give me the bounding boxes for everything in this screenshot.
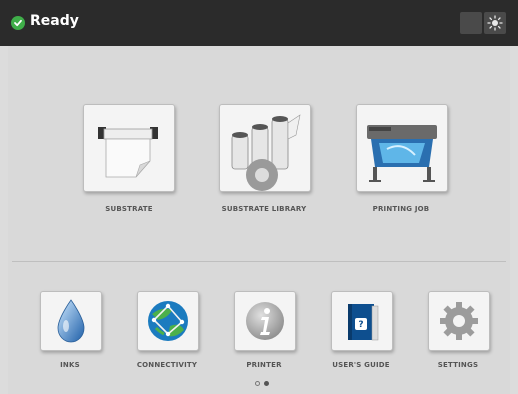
substrate-library-tile[interactable] (219, 104, 311, 192)
substrate-tile[interactable] (83, 104, 175, 192)
connectivity-tile[interactable] (137, 291, 199, 351)
info-icon (246, 302, 284, 340)
svg-text:?: ? (358, 320, 363, 330)
gear-icon (440, 302, 478, 340)
checkmark-icon (11, 16, 25, 30)
printer-label: PRINTER (246, 361, 282, 369)
top-bar-button[interactable] (460, 12, 482, 34)
status-text: Ready (30, 13, 79, 29)
printing-job-tile[interactable] (356, 104, 448, 192)
printer-tile[interactable] (234, 291, 296, 351)
substrate-label: SUBSTRATE (105, 205, 153, 213)
connectivity-label: CONNECTIVITY (136, 361, 198, 369)
substrate-roll-icon (98, 127, 158, 178)
substrate-library-label: SUBSTRATE LIBRARY (221, 205, 307, 213)
inks-label: INKS (60, 361, 80, 369)
printing-job-label: PRINTING JOB (372, 205, 430, 213)
page-indicator-dot-1[interactable] (255, 381, 260, 386)
printer-job-icon (367, 125, 437, 182)
divider (12, 261, 506, 262)
inks-tile[interactable] (40, 291, 102, 351)
settings-tile[interactable] (428, 291, 490, 351)
top-bar: Ready (0, 0, 518, 46)
users-guide-label: USER'S GUIDE (332, 361, 390, 369)
users-guide-tile[interactable]: ? (331, 291, 393, 351)
brightness-icon (487, 15, 503, 31)
brightness-button[interactable] (484, 12, 506, 34)
ink-drop-icon (57, 299, 85, 343)
page-indicator-dot-2[interactable] (264, 381, 269, 386)
globe-icon (148, 301, 188, 341)
substrate-library-icon (231, 114, 301, 191)
book-icon: ? (348, 304, 379, 341)
settings-label: SETTINGS (437, 361, 479, 369)
